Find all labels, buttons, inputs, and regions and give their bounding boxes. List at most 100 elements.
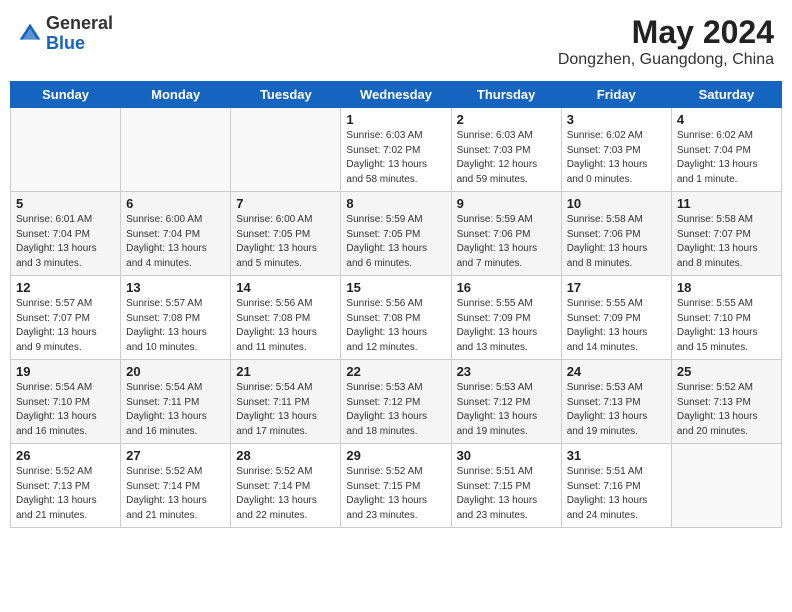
- day-cell: 26 Sunrise: 5:52 AM Sunset: 7:13 PM Dayli…: [11, 444, 121, 528]
- day-number: 5: [16, 196, 115, 211]
- week-row-2: 5 Sunrise: 6:01 AM Sunset: 7:04 PM Daylig…: [11, 192, 782, 276]
- day-cell: 18Sunrise: 5:55 AM Sunset: 7:10 PM Dayli…: [671, 276, 781, 360]
- day-cell: 15 Sunrise: 5:56 AM Sunset: 7:08 PM Dayli…: [341, 276, 451, 360]
- day-info: Sunrise: 5:53 AM Sunset: 7:13 PM Dayligh…: [567, 381, 666, 439]
- day-number: 31: [567, 448, 666, 463]
- day-cell: 13 Sunrise: 5:57 AM Sunset: 7:08 PM Dayli…: [121, 276, 231, 360]
- weekday-header-sunday: Sunday: [11, 82, 121, 108]
- logo-general: General: [46, 14, 113, 34]
- day-number: 17: [567, 280, 666, 295]
- day-cell: 14 Sunrise: 5:56 AM Sunset: 7:08 PM Dayli…: [231, 276, 341, 360]
- day-number: 25: [677, 364, 776, 379]
- day-number: 3: [567, 112, 666, 127]
- weekday-header-friday: Friday: [561, 82, 671, 108]
- day-cell: 30 Sunrise: 5:51 AM Sunset: 7:15 PM Dayli…: [451, 444, 561, 528]
- day-number: 1: [346, 112, 445, 127]
- day-number: 7: [236, 196, 335, 211]
- day-number: 21: [236, 364, 335, 379]
- day-cell: 3 Sunrise: 6:02 AM Sunset: 7:03 PM Daylig…: [561, 108, 671, 192]
- logo: General Blue: [18, 14, 113, 54]
- day-number: 9: [457, 196, 556, 211]
- day-info: Sunrise: 5:55 AM Sunset: 7:09 PM Dayligh…: [457, 297, 556, 355]
- day-cell: 17 Sunrise: 5:55 AM Sunset: 7:09 PM Dayli…: [561, 276, 671, 360]
- day-number: 4: [677, 112, 776, 127]
- day-info: Sunrise: 5:56 AM Sunset: 7:08 PM Dayligh…: [346, 297, 445, 355]
- day-number: 19: [16, 364, 115, 379]
- week-row-3: 12 Sunrise: 5:57 AM Sunset: 7:07 PM Dayli…: [11, 276, 782, 360]
- day-info: Sunrise: 6:03 AM Sunset: 7:02 PM Dayligh…: [346, 129, 445, 187]
- day-cell: 12 Sunrise: 5:57 AM Sunset: 7:07 PM Dayli…: [11, 276, 121, 360]
- day-info: Sunrise: 6:03 AM Sunset: 7:03 PM Dayligh…: [457, 129, 556, 187]
- day-cell: 28Sunrise: 5:52 AM Sunset: 7:14 PM Dayli…: [231, 444, 341, 528]
- week-row-5: 26 Sunrise: 5:52 AM Sunset: 7:13 PM Dayli…: [11, 444, 782, 528]
- day-number: 30: [457, 448, 556, 463]
- day-number: 8: [346, 196, 445, 211]
- day-number: 2: [457, 112, 556, 127]
- day-number: 10: [567, 196, 666, 211]
- day-info: Sunrise: 6:02 AM Sunset: 7:04 PM Dayligh…: [677, 129, 776, 187]
- day-number: 26: [16, 448, 115, 463]
- day-cell: 7 Sunrise: 6:00 AM Sunset: 7:05 PM Daylig…: [231, 192, 341, 276]
- day-info: Sunrise: 5:57 AM Sunset: 7:08 PM Dayligh…: [126, 297, 225, 355]
- day-number: 13: [126, 280, 225, 295]
- weekday-header-tuesday: Tuesday: [231, 82, 341, 108]
- day-cell: 19 Sunrise: 5:54 AM Sunset: 7:10 PM Dayli…: [11, 360, 121, 444]
- day-number: 22: [346, 364, 445, 379]
- day-cell: 1 Sunrise: 6:03 AM Sunset: 7:02 PM Daylig…: [341, 108, 451, 192]
- day-number: 14: [236, 280, 335, 295]
- logo-icon: [18, 22, 42, 46]
- day-cell: 6 Sunrise: 6:00 AM Sunset: 7:04 PM Daylig…: [121, 192, 231, 276]
- day-info: Sunrise: 6:02 AM Sunset: 7:03 PM Dayligh…: [567, 129, 666, 187]
- day-info: Sunrise: 6:01 AM Sunset: 7:04 PM Dayligh…: [16, 213, 115, 271]
- day-info: Sunrise: 5:52 AM Sunset: 7:15 PM Dayligh…: [346, 465, 445, 523]
- logo-text: General Blue: [46, 14, 113, 54]
- weekday-header-monday: Monday: [121, 82, 231, 108]
- day-number: 15: [346, 280, 445, 295]
- day-number: 12: [16, 280, 115, 295]
- day-info: Sunrise: 5:56 AM Sunset: 7:08 PM Dayligh…: [236, 297, 335, 355]
- day-info: Sunrise: 5:52 AM Sunset: 7:13 PM Dayligh…: [16, 465, 115, 523]
- week-row-1: 1 Sunrise: 6:03 AM Sunset: 7:02 PM Daylig…: [11, 108, 782, 192]
- day-cell: [231, 108, 341, 192]
- day-cell: [121, 108, 231, 192]
- day-number: 27: [126, 448, 225, 463]
- day-info: Sunrise: 5:54 AM Sunset: 7:11 PM Dayligh…: [126, 381, 225, 439]
- day-info: Sunrise: 5:51 AM Sunset: 7:16 PM Dayligh…: [567, 465, 666, 523]
- day-cell: 22Sunrise: 5:53 AM Sunset: 7:12 PM Dayli…: [341, 360, 451, 444]
- day-info: Sunrise: 5:57 AM Sunset: 7:07 PM Dayligh…: [16, 297, 115, 355]
- day-info: Sunrise: 5:54 AM Sunset: 7:11 PM Dayligh…: [236, 381, 335, 439]
- day-info: Sunrise: 5:52 AM Sunset: 7:14 PM Dayligh…: [236, 465, 335, 523]
- day-cell: 8Sunrise: 5:59 AM Sunset: 7:05 PM Daylig…: [341, 192, 451, 276]
- day-cell: 24 Sunrise: 5:53 AM Sunset: 7:13 PM Dayli…: [561, 360, 671, 444]
- day-number: 23: [457, 364, 556, 379]
- day-cell: 25Sunrise: 5:52 AM Sunset: 7:13 PM Dayli…: [671, 360, 781, 444]
- weekday-header-thursday: Thursday: [451, 82, 561, 108]
- week-row-4: 19 Sunrise: 5:54 AM Sunset: 7:10 PM Dayli…: [11, 360, 782, 444]
- day-cell: 10 Sunrise: 5:58 AM Sunset: 7:06 PM Dayli…: [561, 192, 671, 276]
- day-info: Sunrise: 5:58 AM Sunset: 7:06 PM Dayligh…: [567, 213, 666, 271]
- day-cell: 29Sunrise: 5:52 AM Sunset: 7:15 PM Dayli…: [341, 444, 451, 528]
- day-cell: 31 Sunrise: 5:51 AM Sunset: 7:16 PM Dayli…: [561, 444, 671, 528]
- day-info: Sunrise: 5:55 AM Sunset: 7:09 PM Dayligh…: [567, 297, 666, 355]
- weekday-header-wednesday: Wednesday: [341, 82, 451, 108]
- day-number: 24: [567, 364, 666, 379]
- day-info: Sunrise: 6:00 AM Sunset: 7:04 PM Dayligh…: [126, 213, 225, 271]
- day-info: Sunrise: 5:54 AM Sunset: 7:10 PM Dayligh…: [16, 381, 115, 439]
- location: Dongzhen, Guangdong, China: [558, 51, 774, 69]
- weekday-header-row: SundayMondayTuesdayWednesdayThursdayFrid…: [11, 82, 782, 108]
- day-cell: 4 Sunrise: 6:02 AM Sunset: 7:04 PM Daylig…: [671, 108, 781, 192]
- day-number: 18: [677, 280, 776, 295]
- day-cell: 23 Sunrise: 5:53 AM Sunset: 7:12 PM Dayli…: [451, 360, 561, 444]
- day-info: Sunrise: 6:00 AM Sunset: 7:05 PM Dayligh…: [236, 213, 335, 271]
- calendar-table: SundayMondayTuesdayWednesdayThursdayFrid…: [10, 81, 782, 528]
- day-info: Sunrise: 5:58 AM Sunset: 7:07 PM Dayligh…: [677, 213, 776, 271]
- day-info: Sunrise: 5:51 AM Sunset: 7:15 PM Dayligh…: [457, 465, 556, 523]
- day-cell: 27Sunrise: 5:52 AM Sunset: 7:14 PM Dayli…: [121, 444, 231, 528]
- day-cell: 16 Sunrise: 5:55 AM Sunset: 7:09 PM Dayli…: [451, 276, 561, 360]
- title-block: May 2024 Dongzhen, Guangdong, China: [558, 14, 774, 69]
- day-number: 16: [457, 280, 556, 295]
- day-number: 6: [126, 196, 225, 211]
- day-cell: 20Sunrise: 5:54 AM Sunset: 7:11 PM Dayli…: [121, 360, 231, 444]
- day-cell: 11Sunrise: 5:58 AM Sunset: 7:07 PM Dayli…: [671, 192, 781, 276]
- day-info: Sunrise: 5:53 AM Sunset: 7:12 PM Dayligh…: [457, 381, 556, 439]
